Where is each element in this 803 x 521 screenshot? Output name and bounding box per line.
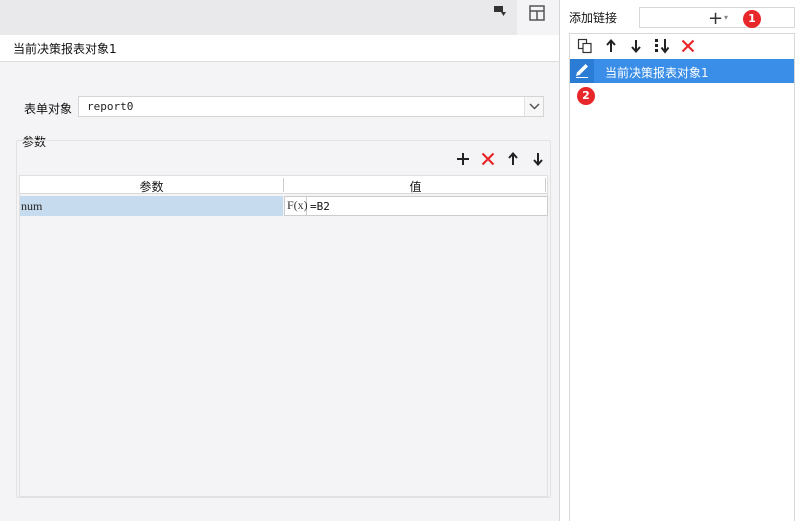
caret-down-icon: ▾	[724, 13, 729, 22]
add-icon[interactable]	[455, 151, 471, 167]
form-object-select[interactable]: report0	[78, 96, 544, 117]
param-name-cell[interactable]: num	[20, 196, 283, 216]
editor-title-bar: 当前决策报表对象1	[0, 35, 559, 62]
form-object-value: report0	[87, 100, 134, 113]
table-row[interactable]: num F(x) =B2	[20, 196, 548, 216]
column-header-value: 值	[409, 180, 422, 194]
delete-icon[interactable]	[680, 38, 696, 54]
layout-toggle-icon[interactable]	[517, 0, 559, 35]
formula-button[interactable]: F(x)	[284, 196, 308, 216]
links-panel: 添加链接 + ▾ 1 当前决策报表对象1 2	[559, 0, 803, 521]
plus-icon: +	[708, 8, 724, 29]
param-value-cell[interactable]: =B2	[307, 196, 548, 216]
add-link-button[interactable]: + ▾	[639, 7, 795, 29]
chevron-down-icon[interactable]	[524, 97, 543, 116]
param-value: =B2	[310, 200, 330, 213]
param-name: num	[21, 199, 43, 213]
link-list-item[interactable]: 当前决策报表对象1	[570, 59, 794, 83]
move-down-icon[interactable]	[628, 38, 644, 54]
hyperlink-editor-panel: 当前决策报表对象1 表单对象 report0 参数 参数 值 num F(x) …	[0, 0, 559, 521]
move-bottom-icon[interactable]	[654, 38, 670, 54]
move-up-icon[interactable]	[505, 151, 521, 167]
column-header-param: 参数	[139, 180, 164, 194]
link-item-label: 当前决策报表对象1	[605, 66, 709, 80]
form-object-label: 表单对象	[24, 102, 73, 116]
formula-icon: F(x)	[287, 198, 308, 212]
params-table-header: 参数 值	[20, 176, 547, 194]
copy-icon[interactable]	[577, 38, 593, 54]
editor-title: 当前决策报表对象1	[13, 42, 117, 56]
params-table: 参数 值 num F(x) =B2	[19, 175, 548, 497]
pencil-icon[interactable]	[570, 59, 594, 83]
column-divider[interactable]	[545, 178, 546, 192]
callout-badge-1: 1	[743, 10, 761, 28]
move-down-icon[interactable]	[530, 151, 546, 167]
links-list	[569, 33, 795, 521]
top-toolbar	[0, 0, 559, 35]
callout-badge-2: 2	[577, 87, 595, 105]
delete-icon[interactable]	[480, 151, 496, 167]
dock-icon[interactable]	[493, 4, 507, 18]
move-up-icon[interactable]	[603, 38, 619, 54]
add-link-label: 添加链接	[569, 11, 618, 25]
